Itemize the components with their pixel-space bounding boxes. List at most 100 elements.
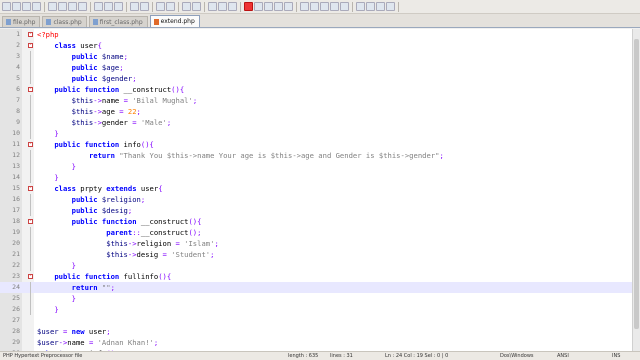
toolbar-button[interactable] xyxy=(330,2,339,11)
toolbar-button[interactable] xyxy=(156,2,165,11)
toolbar-button[interactable] xyxy=(254,2,263,11)
code-text: return ""; xyxy=(37,282,115,293)
code-line[interactable]: 18 - public function __construct(){ xyxy=(0,216,632,227)
code-line[interactable]: 19 parent::__construct(); xyxy=(0,227,632,238)
code-line[interactable]: 27 xyxy=(0,315,632,326)
code-line[interactable]: 28 $user = new user; xyxy=(0,326,632,337)
toolbar-button[interactable] xyxy=(264,2,273,11)
toolbar-button[interactable] xyxy=(320,2,329,11)
code-line[interactable]: 10 } xyxy=(0,128,632,139)
tab-class-php[interactable]: class.php xyxy=(42,16,87,27)
code-line[interactable]: 24 return ""; xyxy=(0,282,632,293)
toolbar-button[interactable] xyxy=(22,2,31,11)
status-position: Ln : 24 Col : 19 Sel : 0 | 0 xyxy=(385,353,449,359)
status-mode: INS xyxy=(612,353,621,359)
toolbar-button[interactable] xyxy=(2,2,11,11)
toolbar-button[interactable] xyxy=(284,2,293,11)
code-text: } xyxy=(37,172,58,183)
toolbar-button[interactable] xyxy=(48,2,57,11)
toolbar-button[interactable] xyxy=(218,2,227,11)
fold-toggle-icon[interactable]: - xyxy=(28,274,33,279)
code-line[interactable]: 7 $this->name = 'Bilal Mughal'; xyxy=(0,95,632,106)
code-line[interactable]: 8 $this->age = 22; xyxy=(0,106,632,117)
code-line[interactable]: 1 - <?php xyxy=(0,29,632,40)
code-token: (){ xyxy=(158,272,172,281)
code-token: } xyxy=(54,305,59,314)
toolbar-button[interactable] xyxy=(32,2,41,11)
fold-line xyxy=(30,194,31,205)
code-token: :: xyxy=(132,228,141,237)
code-line[interactable]: 25 } xyxy=(0,293,632,304)
toolbar-button[interactable] xyxy=(192,2,201,11)
tab-file-php[interactable]: file.php xyxy=(2,16,41,27)
toolbar-button[interactable] xyxy=(68,2,77,11)
fold-line xyxy=(30,128,31,139)
toolbar-button[interactable] xyxy=(274,2,283,11)
toolbar-button[interactable] xyxy=(166,2,175,11)
toolbar-button[interactable] xyxy=(140,2,149,11)
code-editor[interactable]: 1- <?php 2- class user{3 public $name; 4 pu… xyxy=(0,29,632,358)
code-line[interactable]: 11 - public function info(){ xyxy=(0,139,632,150)
toolbar-separator xyxy=(126,1,127,12)
code-text: public function fullinfo(){ xyxy=(37,271,171,282)
code-line[interactable]: 26 } xyxy=(0,304,632,315)
toolbar-button[interactable] xyxy=(356,2,365,11)
code-line[interactable]: 3 public $name; xyxy=(0,51,632,62)
code-line[interactable]: 5 public $gender; xyxy=(0,73,632,84)
code-line[interactable]: 2 - class user{ xyxy=(0,40,632,51)
fold-toggle-icon[interactable]: - xyxy=(28,186,33,191)
toolbar-button[interactable] xyxy=(114,2,123,11)
toolbar-button[interactable] xyxy=(366,2,375,11)
tab-first-class-php[interactable]: first_class.php xyxy=(88,16,148,27)
fold-toggle-icon[interactable]: - xyxy=(28,87,33,92)
toolbar-button[interactable] xyxy=(58,2,67,11)
tab-extend-php[interactable]: extend.php xyxy=(149,15,200,27)
toolbar-button[interactable] xyxy=(12,2,21,11)
code-line[interactable]: 20 $this->religion = 'Islam'; xyxy=(0,238,632,249)
status-eol: Dos\Windows xyxy=(500,353,534,359)
code-line[interactable]: 22 } xyxy=(0,260,632,271)
fold-toggle-icon[interactable]: - xyxy=(28,142,33,147)
fold-line xyxy=(30,51,31,62)
toolbar-button[interactable] xyxy=(340,2,349,11)
code-line[interactable]: 6 - public function __construct(){ xyxy=(0,84,632,95)
toolbar-button[interactable] xyxy=(78,2,87,11)
toolbar-button[interactable] xyxy=(104,2,113,11)
toolbar-button[interactable] xyxy=(310,2,319,11)
toolbar-button[interactable] xyxy=(244,2,253,11)
toolbar-button[interactable] xyxy=(130,2,139,11)
code-line[interactable]: 17 public $desig; xyxy=(0,205,632,216)
code-line[interactable]: 4 public $age; xyxy=(0,62,632,73)
vertical-scrollbar[interactable] xyxy=(632,29,640,351)
toolbar-button[interactable] xyxy=(386,2,395,11)
toolbar-button[interactable] xyxy=(208,2,217,11)
code-token: -> xyxy=(93,107,102,116)
code-line[interactable]: 23 - public function fullinfo(){ xyxy=(0,271,632,282)
toolbar-button[interactable] xyxy=(228,2,237,11)
fold-line xyxy=(30,62,31,73)
code-line[interactable]: 21 $this->desig = 'Student'; xyxy=(0,249,632,260)
toolbar-button[interactable] xyxy=(94,2,103,11)
toolbar-button[interactable] xyxy=(182,2,191,11)
code-line[interactable]: 12 return "Thank You $this->name Your ag… xyxy=(0,150,632,161)
code-line[interactable]: 14 } xyxy=(0,172,632,183)
code-text: public $desig; xyxy=(37,205,133,216)
code-line[interactable]: 9 $this->gender = 'Male'; xyxy=(0,117,632,128)
toolbar-button[interactable] xyxy=(300,2,309,11)
code-line[interactable]: 13 } xyxy=(0,161,632,172)
code-text: public $age; xyxy=(37,62,124,73)
toolbar-button[interactable] xyxy=(376,2,385,11)
code-token: public xyxy=(71,206,98,215)
code-token: __construct xyxy=(119,85,172,94)
code-line[interactable]: 15 - class prpty extends user{ xyxy=(0,183,632,194)
code-token: (){ xyxy=(188,217,202,226)
fold-toggle-icon[interactable]: - xyxy=(28,43,33,48)
scrollbar-thumb[interactable] xyxy=(634,39,639,329)
fold-toggle-icon[interactable]: - xyxy=(28,32,33,37)
code-line[interactable]: 16 public $religion; xyxy=(0,194,632,205)
fold-toggle-icon[interactable]: - xyxy=(28,219,33,224)
code-line[interactable]: 29 $user->name = 'Adnan Khan!'; xyxy=(0,337,632,348)
